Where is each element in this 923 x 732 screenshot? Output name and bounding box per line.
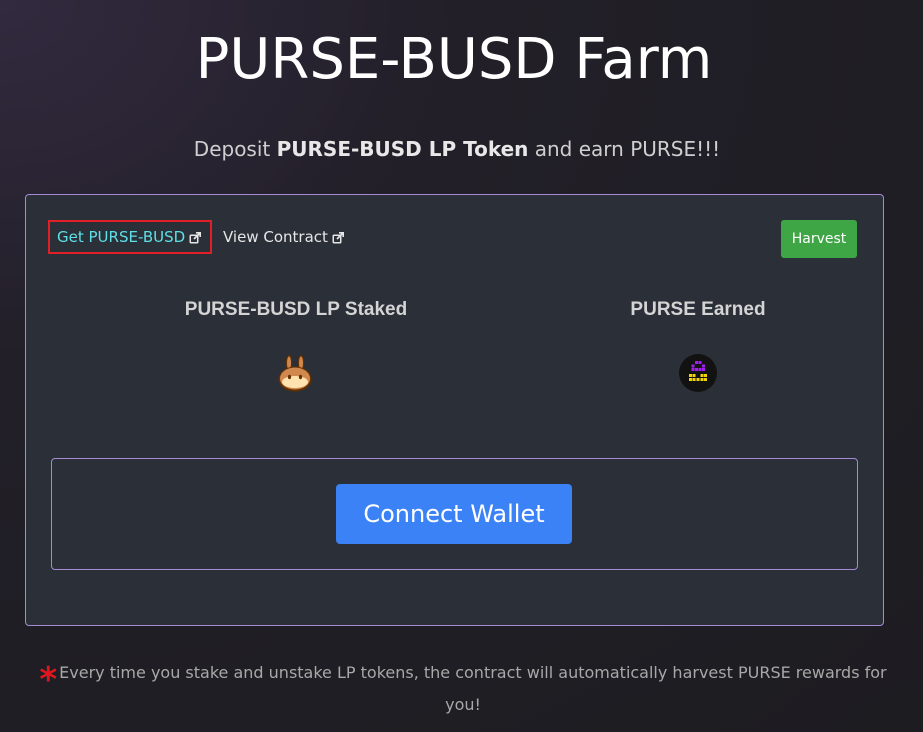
- harvest-button[interactable]: Harvest: [781, 220, 857, 258]
- get-purse-busd-link[interactable]: Get PURSE-BUSD: [48, 220, 212, 254]
- farm-card: Get PURSE-BUSD View Contract Harvest PUR…: [25, 194, 884, 626]
- external-link-icon: [189, 232, 202, 244]
- subtitle-token-name: PURSE-BUSD LP Token: [276, 137, 529, 161]
- subtitle-suffix: and earn PURSE!!!: [528, 137, 721, 161]
- page-subtitle: Deposit PURSE-BUSD LP Token and earn PUR…: [0, 136, 914, 162]
- view-contract-label: View Contract: [223, 228, 328, 246]
- get-purse-busd-label: Get PURSE-BUSD: [57, 228, 186, 246]
- asterisk-icon: *: [39, 660, 58, 700]
- earned-title: PURSE Earned: [630, 299, 766, 320]
- purse-token-icon: [679, 354, 717, 392]
- page-title: PURSE-BUSD Farm: [195, 27, 713, 92]
- external-link-icon: [332, 232, 344, 244]
- subtitle-prefix: Deposit: [193, 137, 277, 161]
- pancakeswap-bunny-icon: [278, 355, 312, 392]
- view-contract-link[interactable]: View Contract: [223, 220, 344, 254]
- harvest-note: * Every time you stake and unstake LP tok…: [28, 658, 898, 720]
- connect-wallet-button[interactable]: Connect Wallet: [336, 484, 572, 544]
- harvest-note-text: Every time you stake and unstake LP toke…: [59, 663, 887, 714]
- staked-title: PURSE-BUSD LP Staked: [184, 299, 408, 320]
- connect-wallet-panel: Connect Wallet: [51, 458, 858, 570]
